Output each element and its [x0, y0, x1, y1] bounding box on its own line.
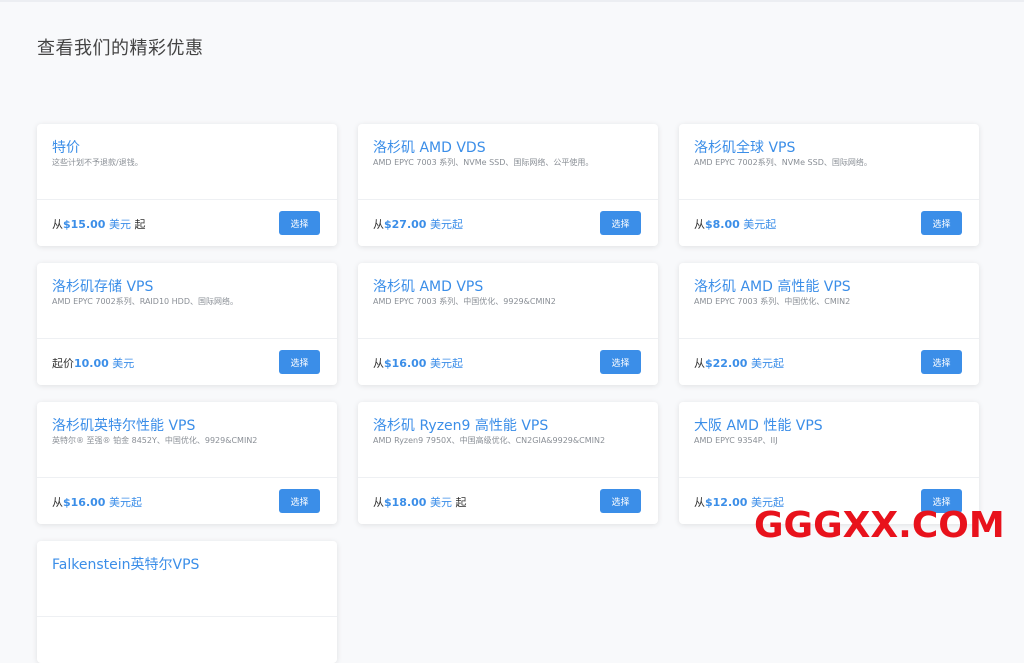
price-unit: 美元起: [429, 218, 463, 231]
card-description: 英特尔® 至强® 铂金 8452Y、中国优化、9929&CMIN2: [52, 436, 258, 445]
price-amount: $8.00: [705, 218, 740, 231]
card-header: 特价 这些计划不予退款/退钱。: [37, 124, 337, 200]
price-prefix: 从: [52, 496, 63, 509]
card-title[interactable]: 洛杉矶英特尔性能 VPS: [52, 415, 195, 435]
offer-card[interactable]: 洛杉矶英特尔性能 VPS 英特尔® 至强® 铂金 8452Y、中国优化、9929…: [37, 402, 337, 524]
card-header: 洛杉矶英特尔性能 VPS 英特尔® 至强® 铂金 8452Y、中国优化、9929…: [37, 402, 337, 478]
price-amount: $16.00: [384, 357, 427, 370]
offer-card[interactable]: 洛杉矶 AMD VPS AMD EPYC 7003 系列、中国优化、9929&C…: [358, 263, 658, 385]
price-prefix: 从: [373, 496, 384, 509]
price-unit: 美元起: [108, 496, 142, 509]
top-divider: [0, 0, 1024, 2]
page-title: 查看我们的精彩优惠: [37, 38, 204, 59]
card-title[interactable]: 洛杉矶全球 VPS: [694, 137, 795, 157]
price-prefix: 从: [694, 357, 705, 370]
card-title[interactable]: 洛杉矶 AMD VDS: [373, 137, 486, 157]
card-description: AMD Ryzen9 7950X、中国高级优化、CN2GIA&9929&CMIN…: [373, 436, 606, 445]
price-amount: $18.00: [384, 496, 427, 509]
card-price: 从$16.00 美元起: [373, 355, 463, 371]
card-header: Falkenstein英特尔VPS: [37, 541, 337, 617]
price-amount: 10.00: [74, 357, 109, 370]
price-amount: $15.00: [63, 218, 106, 231]
price-prefix: 从: [694, 218, 705, 231]
watermark: GGGXX.COM: [754, 505, 1005, 546]
card-description: AMD EPYC 9354P、IIJ: [694, 436, 778, 445]
card-header: 洛杉矶 Ryzen9 高性能 VPS AMD Ryzen9 7950X、中国高级…: [358, 402, 658, 478]
card-title[interactable]: 特价: [52, 137, 80, 157]
price-amount: $12.00: [705, 496, 748, 509]
card-title[interactable]: 大阪 AMD 性能 VPS: [694, 415, 823, 435]
card-title[interactable]: 洛杉矶存储 VPS: [52, 276, 153, 296]
offer-card[interactable]: 洛杉矶 AMD VDS AMD EPYC 7003 系列、NVMe SSD、国际…: [358, 124, 658, 246]
price-prefix: 从: [373, 357, 384, 370]
card-description: AMD EPYC 7002系列、NVMe SSD、国际网络。: [694, 158, 872, 167]
select-button[interactable]: 选择: [279, 489, 320, 513]
select-button[interactable]: 选择: [600, 489, 641, 513]
price-suffix: 起: [455, 496, 467, 509]
card-title[interactable]: 洛杉矶 AMD 高性能 VPS: [694, 276, 851, 296]
select-button[interactable]: 选择: [921, 350, 962, 374]
price-unit: 美元: [429, 496, 452, 509]
select-button[interactable]: 选择: [600, 350, 641, 374]
price-unit: 美元起: [743, 218, 777, 231]
card-header: 洛杉矶 AMD VPS AMD EPYC 7003 系列、中国优化、9929&C…: [358, 263, 658, 339]
select-button[interactable]: 选择: [921, 211, 962, 235]
card-header: 洛杉矶 AMD 高性能 VPS AMD EPYC 7003 系列、中国优化、CM…: [679, 263, 979, 339]
offer-card[interactable]: 洛杉矶 AMD 高性能 VPS AMD EPYC 7003 系列、中国优化、CM…: [679, 263, 979, 385]
price-unit: 美元: [112, 357, 135, 370]
offer-card[interactable]: 特价 这些计划不予退款/退钱。 从$15.00 美元 起 选择: [37, 124, 337, 246]
price-amount: $16.00: [63, 496, 106, 509]
card-description: AMD EPYC 7003 系列、NVMe SSD、国际网络、公平使用。: [373, 158, 594, 167]
card-description: AMD EPYC 7002系列、RAID10 HDD、国际网络。: [52, 297, 239, 306]
card-header: 洛杉矶 AMD VDS AMD EPYC 7003 系列、NVMe SSD、国际…: [358, 124, 658, 200]
price-unit: 美元起: [429, 357, 463, 370]
card-header: 大阪 AMD 性能 VPS AMD EPYC 9354P、IIJ: [679, 402, 979, 478]
card-price: 从$8.00 美元起: [694, 216, 776, 232]
price-amount: $27.00: [384, 218, 427, 231]
offer-card[interactable]: 洛杉矶 Ryzen9 高性能 VPS AMD Ryzen9 7950X、中国高级…: [358, 402, 658, 524]
price-unit: 美元起: [750, 357, 784, 370]
card-title[interactable]: 洛杉矶 AMD VPS: [373, 276, 483, 296]
price-suffix: 起: [134, 218, 146, 231]
card-price: 从$18.00 美元 起: [373, 494, 466, 510]
price-prefix: 从: [694, 496, 705, 509]
select-button[interactable]: 选择: [279, 211, 320, 235]
offer-card[interactable]: 洛杉矶存储 VPS AMD EPYC 7002系列、RAID10 HDD、国际网…: [37, 263, 337, 385]
offer-card[interactable]: Falkenstein英特尔VPS: [37, 541, 337, 663]
price-prefix: 从: [52, 218, 63, 231]
price-prefix: 起价: [52, 357, 74, 370]
select-button[interactable]: 选择: [600, 211, 641, 235]
price-unit: 美元: [108, 218, 131, 231]
card-price: 从$15.00 美元 起: [52, 216, 145, 232]
card-price: 从$27.00 美元起: [373, 216, 463, 232]
card-title[interactable]: Falkenstein英特尔VPS: [52, 554, 199, 574]
card-description: 这些计划不予退款/退钱。: [52, 158, 143, 167]
offer-card[interactable]: 洛杉矶全球 VPS AMD EPYC 7002系列、NVMe SSD、国际网络。…: [679, 124, 979, 246]
price-prefix: 从: [373, 218, 384, 231]
card-price: 起价10.00 美元: [52, 355, 134, 371]
card-description: AMD EPYC 7003 系列、中国优化、9929&CMIN2: [373, 297, 556, 306]
card-header: 洛杉矶存储 VPS AMD EPYC 7002系列、RAID10 HDD、国际网…: [37, 263, 337, 339]
card-header: 洛杉矶全球 VPS AMD EPYC 7002系列、NVMe SSD、国际网络。: [679, 124, 979, 200]
card-price: 从$16.00 美元起: [52, 494, 142, 510]
card-price: 从$22.00 美元起: [694, 355, 784, 371]
card-description: AMD EPYC 7003 系列、中国优化、CMIN2: [694, 297, 851, 306]
price-amount: $22.00: [705, 357, 748, 370]
card-title[interactable]: 洛杉矶 Ryzen9 高性能 VPS: [373, 415, 548, 435]
select-button[interactable]: 选择: [279, 350, 320, 374]
